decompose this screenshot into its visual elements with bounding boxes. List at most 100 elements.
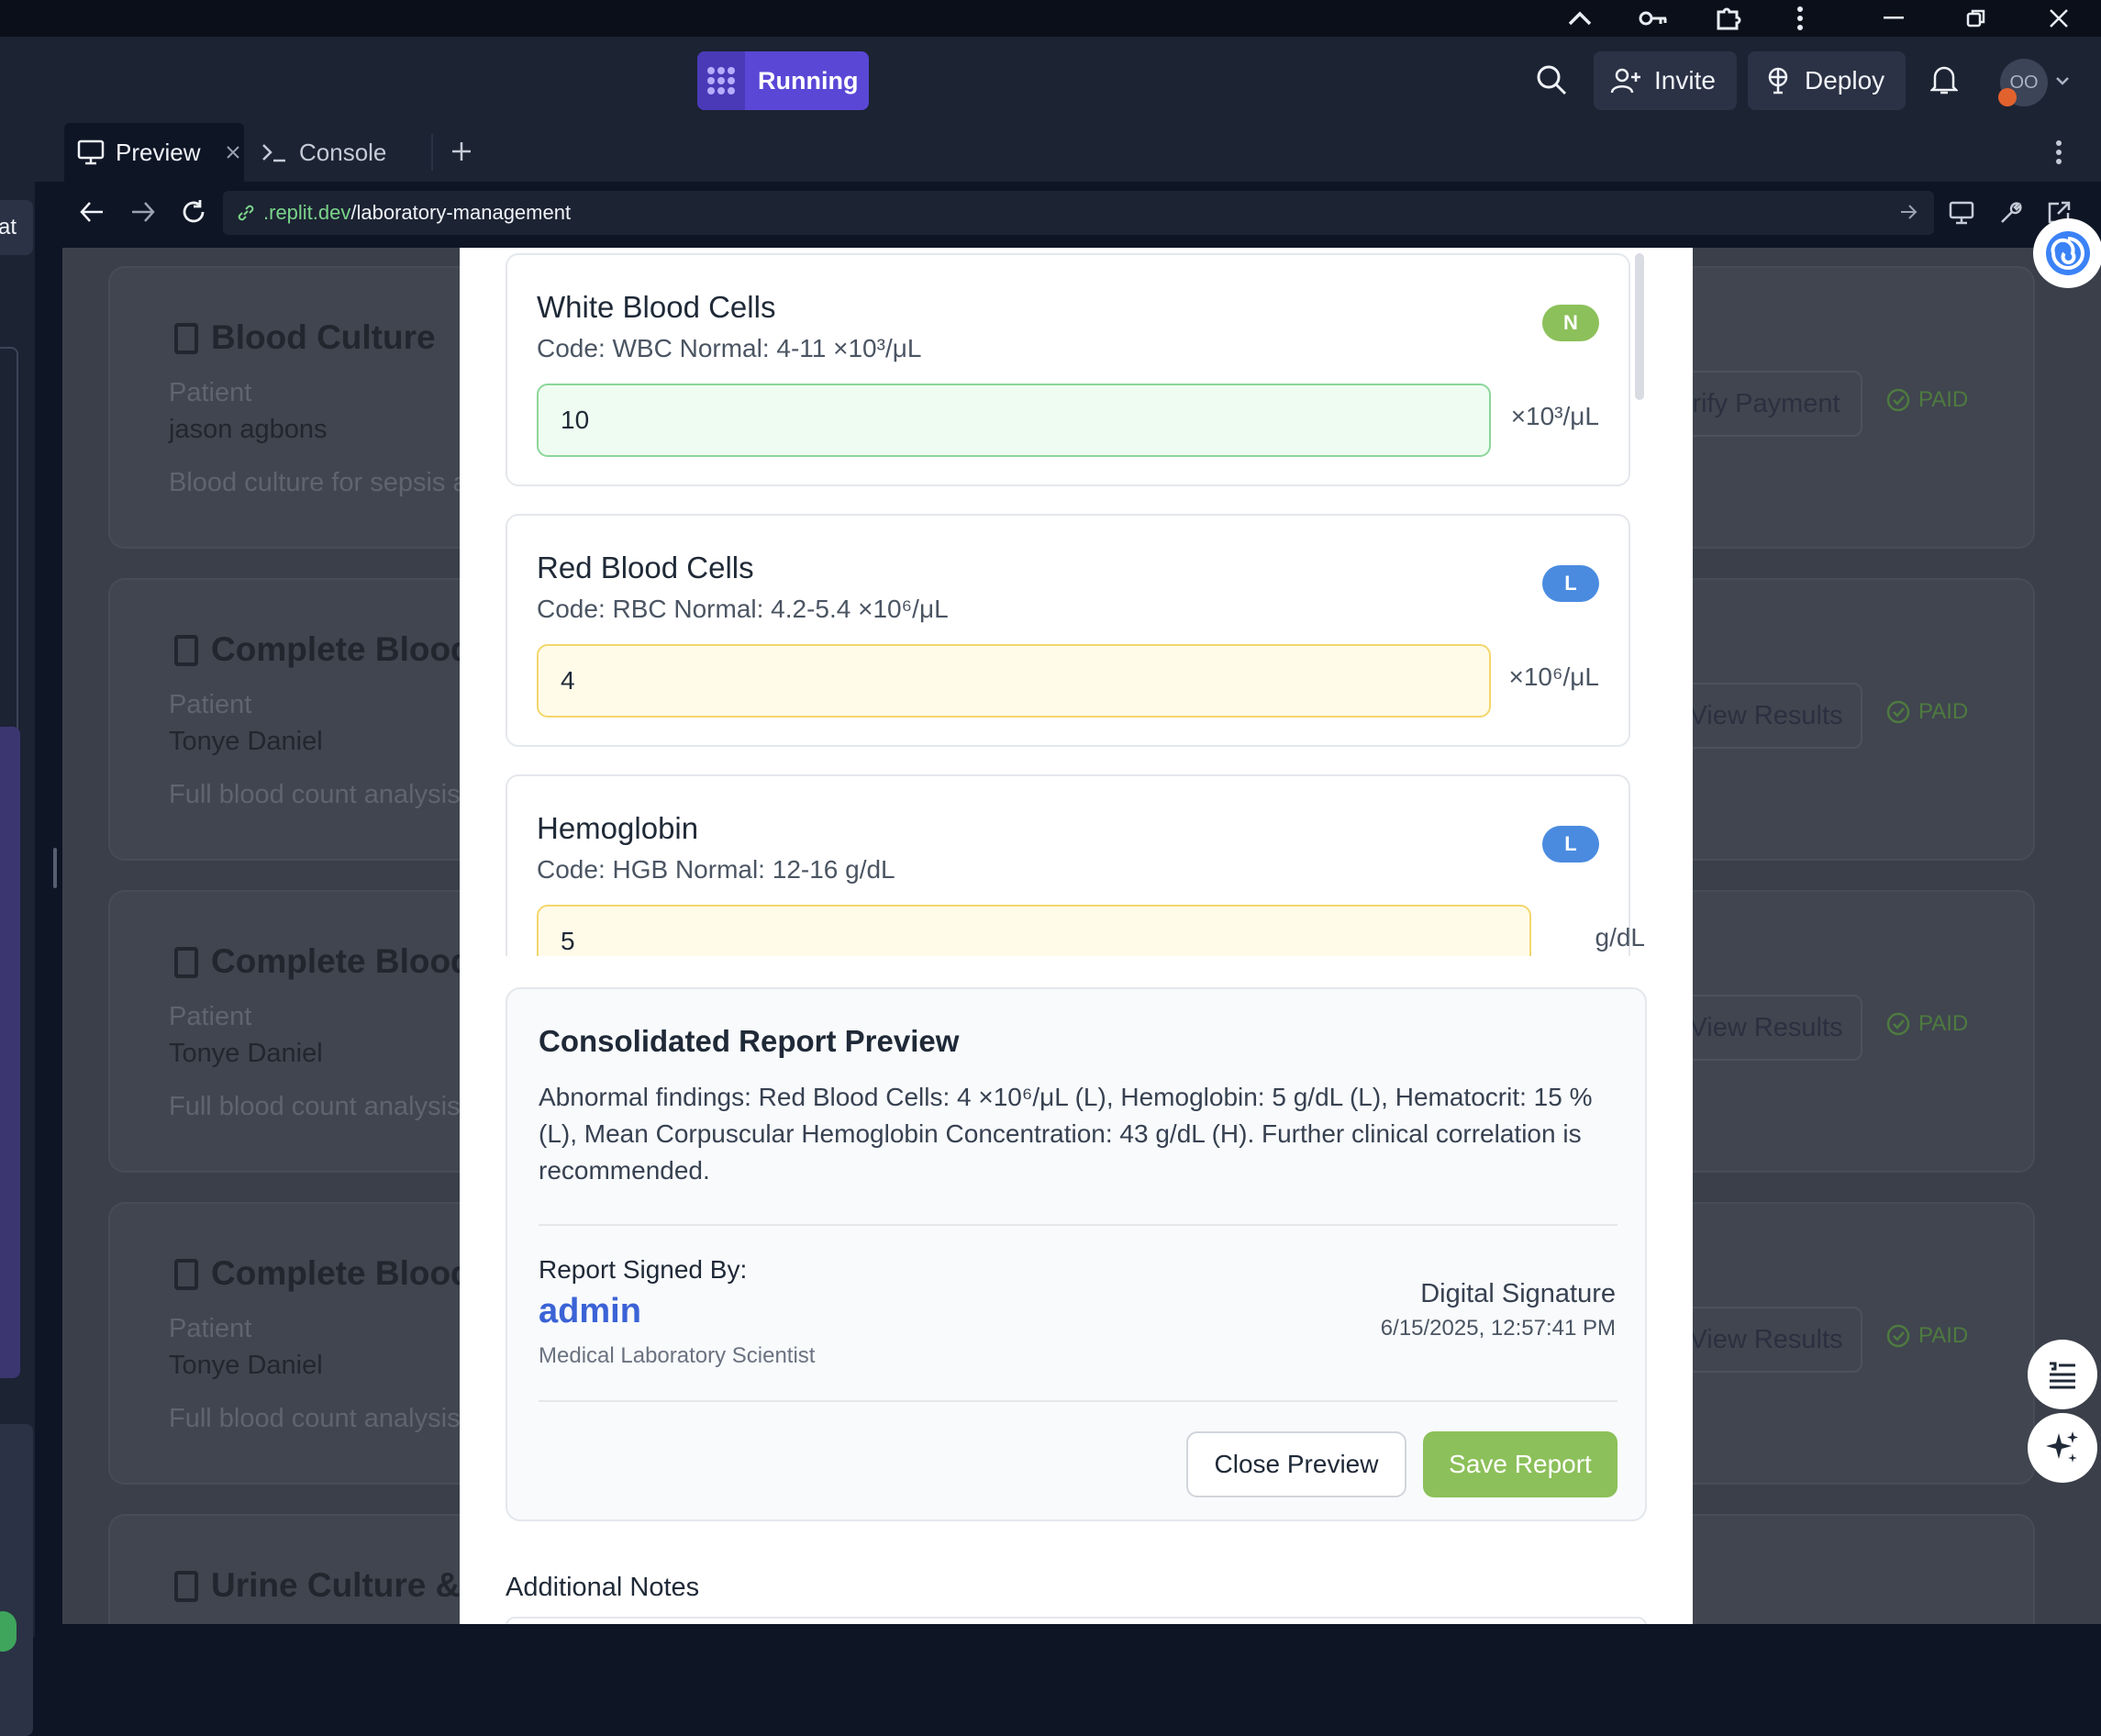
- resize-handle[interactable]: [53, 848, 57, 888]
- test-description: Full blood count analysis: [169, 780, 461, 809]
- invite-button[interactable]: Invite: [1594, 51, 1737, 110]
- close-window-icon[interactable]: [2031, 0, 2086, 37]
- run-dots-icon: [697, 51, 745, 110]
- status-label: PAID: [1918, 1323, 1969, 1348]
- signature-date: 6/15/2025, 12:57:41 PM: [1380, 1316, 1616, 1341]
- deploy-label: Deploy: [1805, 66, 1885, 95]
- report-title: Consolidated Report Preview: [539, 1024, 960, 1058]
- test-tube-icon: [174, 1259, 198, 1290]
- tabs-more-icon[interactable]: [2055, 139, 2062, 165]
- parameter-unit: ×10⁶/μL: [1508, 662, 1599, 691]
- divider: [539, 1400, 1617, 1402]
- reload-icon[interactable]: [180, 198, 207, 226]
- test-title: Complete Blood: [211, 942, 472, 980]
- devices-icon[interactable]: [1949, 200, 1976, 226]
- terminal-icon: [261, 141, 288, 163]
- test-title: Complete Blood: [211, 1254, 472, 1292]
- signature-type: Digital Signature: [1420, 1279, 1616, 1308]
- patient-label: Patient: [169, 690, 252, 719]
- status-indicator: [0, 1611, 17, 1652]
- wrench-icon[interactable]: [1998, 200, 2024, 226]
- parameter-list-fade: [460, 956, 1693, 987]
- avatar-status-badge: [1998, 88, 2017, 106]
- parameter-value-input[interactable]: 10: [537, 384, 1491, 457]
- check-circle-icon: [1886, 1324, 1910, 1348]
- patient-name: Tonye Daniel: [169, 727, 323, 756]
- test-tube-icon: [174, 1571, 198, 1602]
- flag-badge: L: [1542, 826, 1599, 862]
- test-action-button[interactable]: View Results: [1670, 1307, 1862, 1373]
- parameter-name: White Blood Cells: [537, 290, 776, 324]
- invite-label: Invite: [1654, 66, 1716, 95]
- patient-name: jason agbons: [169, 415, 328, 444]
- left-panel-highlight: [0, 727, 20, 1378]
- parameter-meta: Code: RBC Normal: 4.2-5.4 ×10⁶/μL: [537, 595, 949, 623]
- check-circle-icon: [1886, 1012, 1910, 1036]
- status-label: PAID: [1918, 699, 1969, 724]
- transcript-button[interactable]: [2028, 1340, 2097, 1409]
- bell-icon[interactable]: [1930, 64, 1958, 95]
- parameter-unit: g/dL: [1595, 923, 1646, 951]
- url-path: /laboratory-management: [350, 201, 572, 224]
- more-vertical-icon[interactable]: [1773, 0, 1828, 37]
- parameter-meta: Code: WBC Normal: 4-11 ×10³/μL: [537, 334, 922, 362]
- report-findings: Abnormal findings: Red Blood Cells: 4 ×1…: [539, 1083, 1593, 1185]
- test-action-button[interactable]: rify Payment: [1670, 371, 1862, 437]
- extension-icon[interactable]: [1701, 0, 1756, 37]
- tab-close-icon[interactable]: [226, 145, 240, 160]
- deploy-icon: [1764, 67, 1792, 95]
- run-button[interactable]: Running: [697, 51, 869, 110]
- os-title-bar: [0, 0, 2101, 37]
- test-title: Blood Culture: [211, 318, 436, 356]
- restore-icon[interactable]: [1949, 0, 2004, 37]
- signed-by-label: Report Signed By:: [539, 1255, 748, 1284]
- test-description: Blood culture for sepsis a: [169, 468, 468, 497]
- test-description: Full blood count analysis: [169, 1404, 461, 1433]
- patient-name: Tonye Daniel: [169, 1351, 323, 1380]
- search-icon[interactable]: [1534, 62, 1569, 97]
- parameter-meta: Code: HGB Normal: 12-16 g/dL: [537, 855, 895, 884]
- parameter-value-input[interactable]: 4: [537, 644, 1491, 718]
- patient-label: Patient: [169, 1002, 252, 1031]
- test-description: Full blood count analysis: [169, 1092, 461, 1121]
- test-tube-icon: [174, 635, 198, 666]
- status-label: PAID: [1918, 387, 1969, 412]
- close-preview-button[interactable]: Close Preview: [1186, 1431, 1406, 1497]
- check-circle-icon: [1886, 700, 1910, 724]
- parameter-name: Hemoglobin: [537, 811, 699, 845]
- save-report-button[interactable]: Save Report: [1423, 1431, 1617, 1497]
- parameter-card-wbc: White Blood Cells Code: WBC Normal: 4-11…: [506, 253, 1630, 486]
- url-go-icon[interactable]: [1899, 204, 1918, 220]
- test-tube-icon: [174, 947, 198, 978]
- sparkle-button[interactable]: [2028, 1413, 2097, 1483]
- test-title: Complete Blood: [211, 630, 472, 668]
- parameter-card-rbc: Red Blood Cells Code: RBC Normal: 4.2-5.…: [506, 514, 1630, 747]
- result-entry-modal: White Blood Cells Code: WBC Normal: 4-11…: [460, 248, 1693, 1624]
- deploy-button[interactable]: Deploy: [1748, 51, 1906, 110]
- test-tube-icon: [174, 323, 198, 354]
- modal-scrollbar[interactable]: [1635, 253, 1644, 400]
- back-arrow-icon[interactable]: [79, 200, 105, 224]
- status-badge: PAID: [1885, 1323, 1968, 1349]
- minimize-icon[interactable]: [1866, 0, 1921, 37]
- quote-list-icon: [2046, 1360, 2079, 1389]
- forward-arrow-icon[interactable]: [130, 200, 156, 224]
- chat-tab-label: at: [0, 215, 17, 239]
- check-circle-icon: [1886, 388, 1910, 412]
- add-tab-icon[interactable]: [450, 139, 473, 163]
- link-icon: [236, 203, 256, 223]
- url-input[interactable]: .replit.dev/laboratory-management: [223, 191, 1934, 235]
- tab-preview[interactable]: Preview: [64, 123, 244, 182]
- tabs-bar: Preview Console: [0, 123, 2101, 182]
- tab-console[interactable]: Console: [248, 123, 431, 182]
- test-action-button[interactable]: View Results: [1670, 683, 1862, 749]
- chat-tab[interactable]: at: [0, 200, 33, 255]
- ai-assistant-button[interactable]: [2033, 218, 2101, 288]
- chevron-down-icon[interactable]: [2055, 75, 2070, 86]
- test-action-button[interactable]: View Results: [1670, 995, 1862, 1061]
- additional-notes-input[interactable]: [506, 1617, 1647, 1624]
- key-icon[interactable]: [1626, 0, 1681, 37]
- report-preview-card: Consolidated Report Preview Abnormal fin…: [506, 987, 1647, 1521]
- parameter-unit: ×10³/μL: [1510, 402, 1599, 430]
- chevron-up-icon[interactable]: [1552, 0, 1607, 37]
